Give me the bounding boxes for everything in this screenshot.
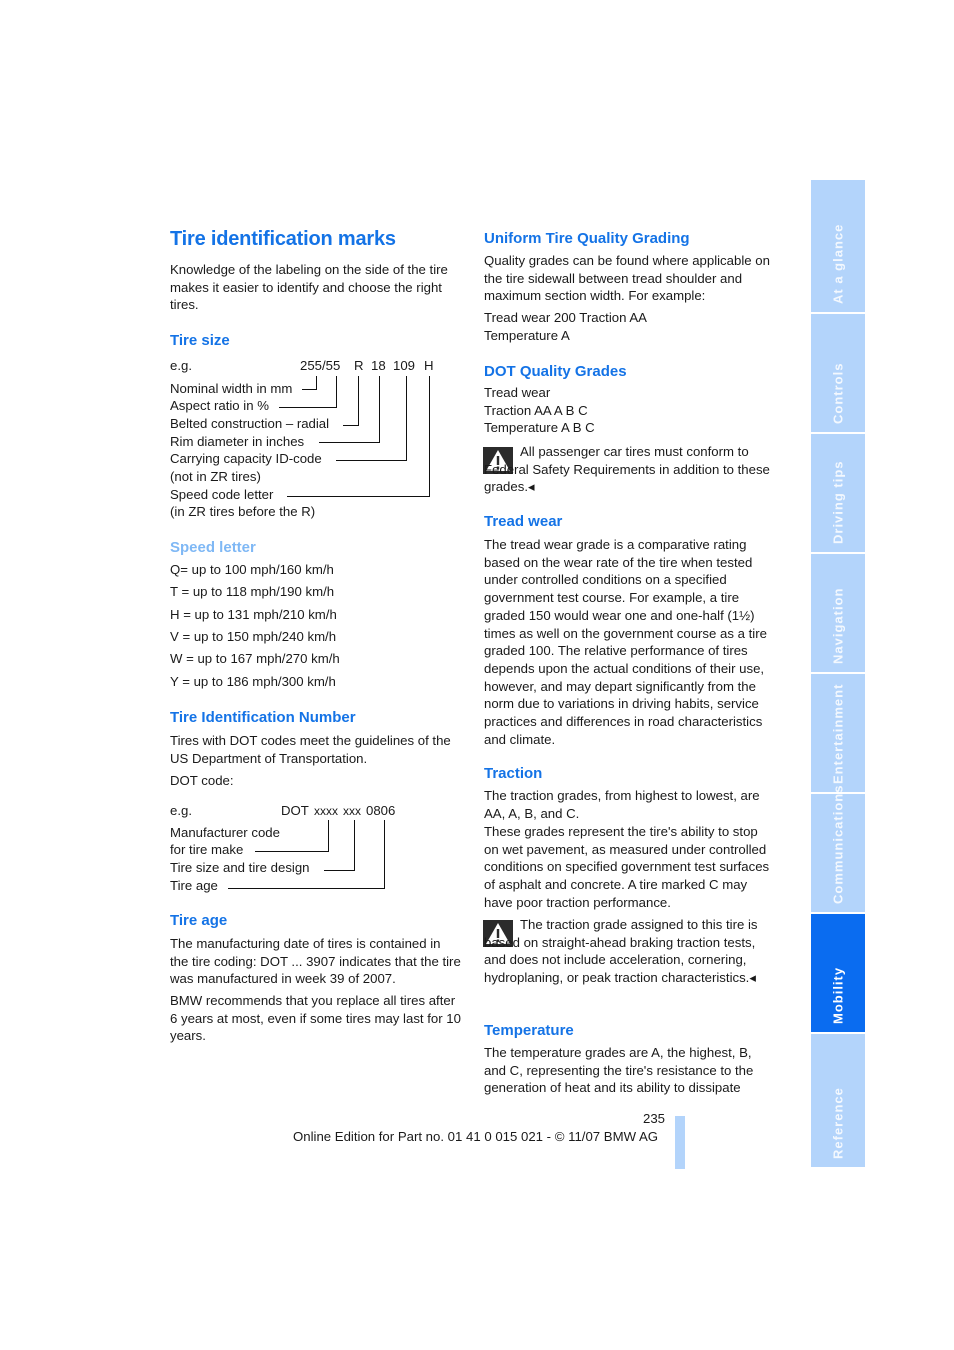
speed-item: H = up to 131 mph/210 km/h [170, 607, 337, 622]
label-carrying-capacity: Carrying capacity ID-code [170, 451, 322, 466]
sidebar-tab-label: Communications [830, 784, 846, 904]
sidebar-tab-driving-tips[interactable]: Driving tips [811, 434, 865, 552]
page-number: 235 [643, 1111, 666, 1126]
tire-age-recommendation: BMW recommends that you replace all tire… [170, 993, 461, 1044]
eg-label: e.g. [170, 358, 192, 373]
label-speed-code: Speed code letter [170, 487, 274, 502]
dot-prefix: DOT [281, 803, 309, 818]
leader-line [328, 820, 329, 852]
tire-age-heading: Tire age [170, 912, 228, 929]
leader-line [336, 376, 337, 408]
leader-line [343, 425, 359, 426]
temperature-heading: Temperature [484, 1022, 574, 1039]
traction-description: These grades represent the tire's abilit… [484, 824, 770, 910]
traction-text: The traction grades, from highest to low… [484, 788, 760, 821]
dot-grade-line: Traction AA A B C [484, 403, 588, 418]
speed-item: W = up to 167 mph/270 km/h [170, 651, 340, 666]
sidebar-tab-label: Driving tips [830, 460, 846, 544]
tire-size-heading: Tire size [170, 332, 230, 349]
label-aspect-ratio: Aspect ratio in % [170, 398, 269, 413]
leader-line [384, 820, 385, 889]
label-not-zr: (not in ZR tires) [170, 469, 261, 484]
leader-line [302, 389, 317, 390]
dot-age-code: 0806 [366, 803, 396, 818]
speed-item: T = up to 118 mph/190 km/h [170, 584, 335, 599]
tread-wear-heading: Tread wear [484, 513, 563, 530]
leader-line [255, 851, 329, 852]
code-load: 109 [393, 358, 416, 373]
intro-text: Knowledge of the labeling on the side of… [170, 262, 448, 313]
leader-line [319, 442, 380, 443]
speed-letter-heading: Speed letter [170, 539, 256, 556]
label-tire-size-design: Tire size and tire design [170, 860, 310, 875]
page-title: Tire identification marks [170, 228, 396, 250]
sidebar-tab-controls[interactable]: Controls [811, 314, 865, 432]
sidebar-tab-label: Reference [830, 1087, 846, 1159]
leader-line [358, 376, 359, 426]
traction-heading: Traction [484, 765, 543, 782]
tin-heading: Tire Identification Number [170, 709, 356, 726]
sidebar-tab-label: At a glance [830, 223, 846, 304]
leader-line [324, 870, 355, 871]
code-rim: 18 [371, 358, 386, 373]
sidebar-tab-label: Mobility [830, 966, 846, 1024]
dot-manufacturer-code: xxxx [314, 804, 338, 818]
utqg-text: Quality grades can be found where applic… [484, 253, 770, 304]
sidebar-tab-label: Entertainment [830, 683, 846, 784]
leader-line [287, 496, 430, 497]
leader-line [429, 376, 430, 497]
label-tire-age: Tire age [170, 878, 218, 893]
dot-code-label: DOT code: [170, 773, 234, 788]
edition-text: Online Edition for Part no. 01 41 0 015 … [293, 1129, 659, 1144]
tin-text: Tires with DOT codes meet the guidelines… [170, 733, 451, 766]
speed-item: V = up to 150 mph/240 km/h [170, 629, 337, 644]
dot-grades-heading: DOT Quality Grades [484, 363, 627, 380]
label-rim-diameter: Rim diameter in inches [170, 434, 305, 449]
tire-age-text: The manufacturing date of tires is conta… [170, 936, 461, 987]
temperature-text: The temperature grades are A, the highes… [484, 1045, 754, 1096]
utqg-example-2: Temperature A [484, 328, 570, 343]
label-nominal-width: Nominal width in mm [170, 381, 293, 396]
leader-line [379, 376, 380, 443]
sidebar-tab-navigation[interactable]: Navigation [811, 554, 865, 672]
code-speed: H [424, 358, 434, 373]
sidebar-tab-communications[interactable]: Communications [811, 785, 865, 912]
dot-size-code: xxx [343, 804, 361, 818]
sidebar-tab-mobility[interactable]: Mobility [811, 914, 865, 1032]
label-zr-before-r: (in ZR tires before the R) [170, 504, 316, 519]
sidebar-tab-entertainment[interactable]: Entertainment [811, 674, 865, 792]
eg-label: e.g. [170, 803, 192, 818]
tread-wear-text: The tread wear grade is a comparative ra… [484, 537, 767, 747]
utqg-heading: Uniform Tire Quality Grading [484, 230, 690, 247]
leader-line [406, 376, 407, 461]
label-belted-construction: Belted construction – radial [170, 416, 330, 431]
code-construction: R [354, 358, 364, 373]
leader-line [336, 460, 407, 461]
page-marker-bar [675, 1116, 685, 1169]
label-manufacturer-code: Manufacturer code [170, 825, 280, 840]
sidebar-tab-reference[interactable]: Reference [811, 1034, 865, 1167]
sidebar-tab-label: Navigation [830, 587, 846, 664]
leader-line [316, 376, 317, 390]
utqg-example-1: Tread wear 200 Traction AA [484, 310, 647, 325]
label-for-tire-make: for tire make [170, 842, 244, 857]
traction-warning-text: The traction grade assigned to this tire… [484, 917, 758, 986]
sidebar-tab-at-a-glance[interactable]: At a glance [811, 180, 865, 312]
sidebar-tab-label: Controls [830, 362, 846, 424]
leader-line [228, 888, 385, 889]
dot-warning-text: All passenger car tires must conform to … [484, 444, 770, 495]
code-width: 255/55 [300, 358, 341, 373]
dot-grade-line: Temperature A B C [484, 420, 595, 435]
speed-item: Q= up to 100 mph/160 km/h [170, 562, 334, 577]
speed-item: Y = up to 186 mph/300 km/h [170, 674, 336, 689]
leader-line [354, 820, 355, 871]
dot-grade-line: Tread wear [484, 385, 551, 400]
leader-line [279, 407, 337, 408]
